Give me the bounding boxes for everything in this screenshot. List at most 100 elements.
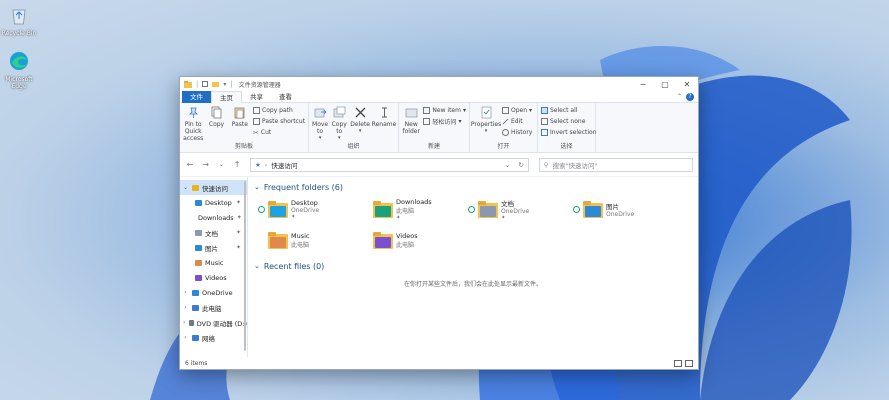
nav-item-label: Music xyxy=(205,258,224,267)
open-icon xyxy=(502,107,509,114)
pin-icon: ✦ xyxy=(291,214,296,220)
help-icon[interactable]: ? xyxy=(686,92,694,101)
frequent-folders-header[interactable]: ⌄ Frequent folders (6) xyxy=(254,180,692,194)
dvd-drive-icon xyxy=(189,319,194,326)
edit-icon xyxy=(502,118,509,125)
group-label-select: 选择 xyxy=(560,143,573,150)
status-placeholder xyxy=(258,237,265,244)
cut-button[interactable]: ✂ Cut xyxy=(253,128,305,137)
select-all-button[interactable]: Select all xyxy=(541,106,597,115)
edge-icon xyxy=(10,52,28,70)
expand-chevron-icon[interactable]: › xyxy=(182,319,186,326)
open-button[interactable]: Open ▾ xyxy=(502,106,532,115)
tab-home[interactable]: 主页 xyxy=(211,90,242,103)
desktop-recycle-bin[interactable]: Recycle Bin xyxy=(0,4,38,37)
nav-item-label: 快速访问 xyxy=(202,184,228,193)
group-open: Properties ▾ Open ▾ Edit History 打开 xyxy=(470,103,538,152)
refresh-icon[interactable]: ↻ xyxy=(518,161,523,169)
frequent-folders-grid: Desktop OneDrive ✦ Downloads 此电脑 ✦ 文档 OneDrive ✦… xyxy=(258,194,692,256)
expand-chevron-icon[interactable]: › xyxy=(182,334,189,341)
folder-tile[interactable]: Desktop OneDrive ✦ xyxy=(258,194,363,225)
nav-item[interactable]: › 网络 xyxy=(180,330,247,345)
expand-chevron-icon[interactable]: › xyxy=(182,304,189,311)
desktop-edge[interactable]: Microsoft Edge xyxy=(0,50,38,90)
pin-icon: ✦ xyxy=(235,229,241,236)
maximize-button[interactable]: ▢ xyxy=(654,77,676,91)
properties-qa-icon[interactable] xyxy=(202,81,209,87)
status-placeholder xyxy=(363,237,370,244)
nav-item[interactable]: 文档 ✦ xyxy=(180,225,247,240)
address-dropdown-icon[interactable]: ⌄ xyxy=(505,161,510,169)
forward-button[interactable]: → xyxy=(201,160,211,169)
minimize-button[interactable]: − xyxy=(632,77,654,91)
status-placeholder xyxy=(363,206,370,213)
recent-locations-button[interactable]: ⌄ xyxy=(216,161,226,168)
folder-location: OneDrive xyxy=(501,208,530,215)
sync-status-icon xyxy=(468,206,475,213)
pin-icon: ✦ xyxy=(235,199,241,206)
easy-access-button[interactable]: 轻松访问 ▾ xyxy=(423,117,466,126)
folder-location: 此电脑 xyxy=(396,242,415,249)
item-count: 6 items xyxy=(185,359,208,367)
network-icon xyxy=(192,334,199,341)
folder-tile[interactable]: Music 此电脑 xyxy=(258,225,363,256)
invert-selection-button[interactable]: Invert selection xyxy=(541,128,597,137)
close-button[interactable]: ✕ xyxy=(676,77,698,91)
music-folder-icon xyxy=(268,232,288,249)
properties-icon xyxy=(481,106,491,119)
address-bar[interactable]: ★ › 快速访问 ⌄ ↻ xyxy=(249,157,529,172)
new-item-button[interactable]: New item ▾ xyxy=(423,106,466,115)
invert-selection-icon xyxy=(541,129,548,136)
copy-to-icon xyxy=(333,106,346,118)
nav-item[interactable]: › DVD 驱动器 (D:) xyxy=(180,315,247,330)
nav-scrollbar[interactable] xyxy=(244,181,246,351)
tab-file[interactable]: 文件 xyxy=(182,90,211,103)
pictures-folder-icon xyxy=(583,201,603,218)
up-button[interactable]: ↑ xyxy=(232,160,242,169)
nav-item-label: 网络 xyxy=(202,334,215,343)
recent-files-header[interactable]: ⌄ Recent files (0) xyxy=(254,259,692,273)
select-none-button[interactable]: Select none xyxy=(541,117,597,126)
details-view-button[interactable] xyxy=(674,359,682,367)
downloads-folder-icon xyxy=(373,201,393,218)
back-button[interactable]: ← xyxy=(185,160,195,169)
paste-icon xyxy=(234,107,245,119)
folder-name: Desktop xyxy=(291,199,318,207)
separator: | xyxy=(196,80,199,88)
expand-chevron-icon[interactable]: › xyxy=(182,289,189,296)
file-explorer-window: | ▾ | 文件资源管理器 − ▢ ✕ 文件 主页 共享 查看 ⌃ ? Pin … xyxy=(179,76,699,370)
paste-shortcut-button[interactable]: Paste shortcut xyxy=(253,117,305,126)
nav-item[interactable]: Music xyxy=(180,255,247,270)
recent-files-empty-text: 在你打开某些文件后，我们会在此处显示最新文件。 xyxy=(403,281,542,288)
nav-item[interactable]: Downloads ✦ xyxy=(180,210,247,225)
folder-tile[interactable]: Videos 此电脑 xyxy=(363,225,468,256)
nav-item[interactable]: Desktop ✦ xyxy=(180,195,247,210)
nav-item-label: DVD 驱动器 (D:) xyxy=(196,319,247,328)
tab-share[interactable]: 共享 xyxy=(242,91,271,103)
new-folder-qa-icon[interactable] xyxy=(212,81,220,87)
group-clipboard: Pin to Quick access Copy Paste Copy path… xyxy=(180,103,309,152)
large-icons-view-button[interactable] xyxy=(685,359,693,367)
nav-item[interactable]: Videos xyxy=(180,270,247,285)
qa-dropdown-icon[interactable]: ▾ xyxy=(223,81,226,88)
folder-tile[interactable]: Downloads 此电脑 ✦ xyxy=(363,194,468,225)
nav-item[interactable]: ⌄ 快速访问 xyxy=(180,180,247,195)
history-button[interactable]: History xyxy=(502,128,532,137)
videos-folder-icon xyxy=(373,232,393,249)
nav-item[interactable]: › 此电脑 xyxy=(180,300,247,315)
nav-item[interactable]: 图片 ✦ xyxy=(180,240,247,255)
edit-button[interactable]: Edit xyxy=(502,117,532,126)
folder-name: Videos xyxy=(396,232,418,240)
sync-status-icon xyxy=(258,206,265,213)
copy-path-button[interactable]: Copy path xyxy=(253,106,305,115)
folder-tile[interactable]: 文档 OneDrive ✦ xyxy=(468,194,573,225)
documents-folder-icon xyxy=(478,201,498,218)
folder-tile[interactable]: 图片 OneDrive xyxy=(573,194,678,225)
nav-item[interactable]: › OneDrive xyxy=(180,285,247,300)
recycle-bin-label: Recycle Bin xyxy=(1,30,37,37)
search-input[interactable]: ⚲ 搜索"快速访问" xyxy=(538,157,693,172)
ribbon-collapse-icon[interactable]: ⌃ xyxy=(677,93,682,100)
tab-view[interactable]: 查看 xyxy=(271,91,300,103)
onedrive-icon xyxy=(192,289,199,296)
expand-chevron-icon[interactable]: ⌄ xyxy=(182,184,189,191)
